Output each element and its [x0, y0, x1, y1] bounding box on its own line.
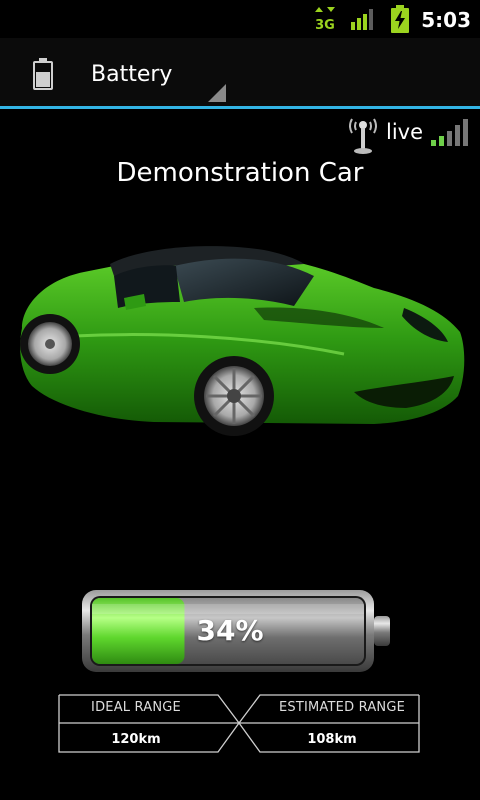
connection-status: live	[386, 120, 424, 144]
status-bar: 3G 5:03	[0, 0, 480, 38]
action-bar-divider	[0, 106, 480, 109]
battery-icon	[33, 58, 53, 90]
action-bar: Battery	[0, 38, 480, 108]
estimated-range-label: ESTIMATED RANGE	[278, 700, 406, 715]
car-name: Demonstration Car	[116, 158, 364, 188]
dropdown-corner-icon[interactable]	[208, 84, 226, 102]
battery-percent: 34%	[196, 614, 264, 647]
charging-battery-icon	[391, 5, 409, 33]
ideal-range-value: 120km	[111, 732, 161, 747]
ideal-range-label: IDEAL RANGE	[91, 700, 181, 715]
antenna-icon	[349, 118, 377, 154]
range-panel: IDEAL RANGE 120km ESTIMATED RANGE 108km	[58, 694, 420, 753]
status-time: 5:03	[421, 8, 471, 32]
3g-data-icon: 3G	[315, 7, 335, 32]
signal-bars-icon	[431, 119, 468, 146]
svg-text:3G: 3G	[315, 18, 335, 32]
signal-strength-icon	[351, 9, 373, 30]
green-roadster-image	[20, 246, 465, 436]
estimated-range-value: 108km	[307, 732, 357, 747]
page-title[interactable]: Battery	[91, 62, 172, 87]
